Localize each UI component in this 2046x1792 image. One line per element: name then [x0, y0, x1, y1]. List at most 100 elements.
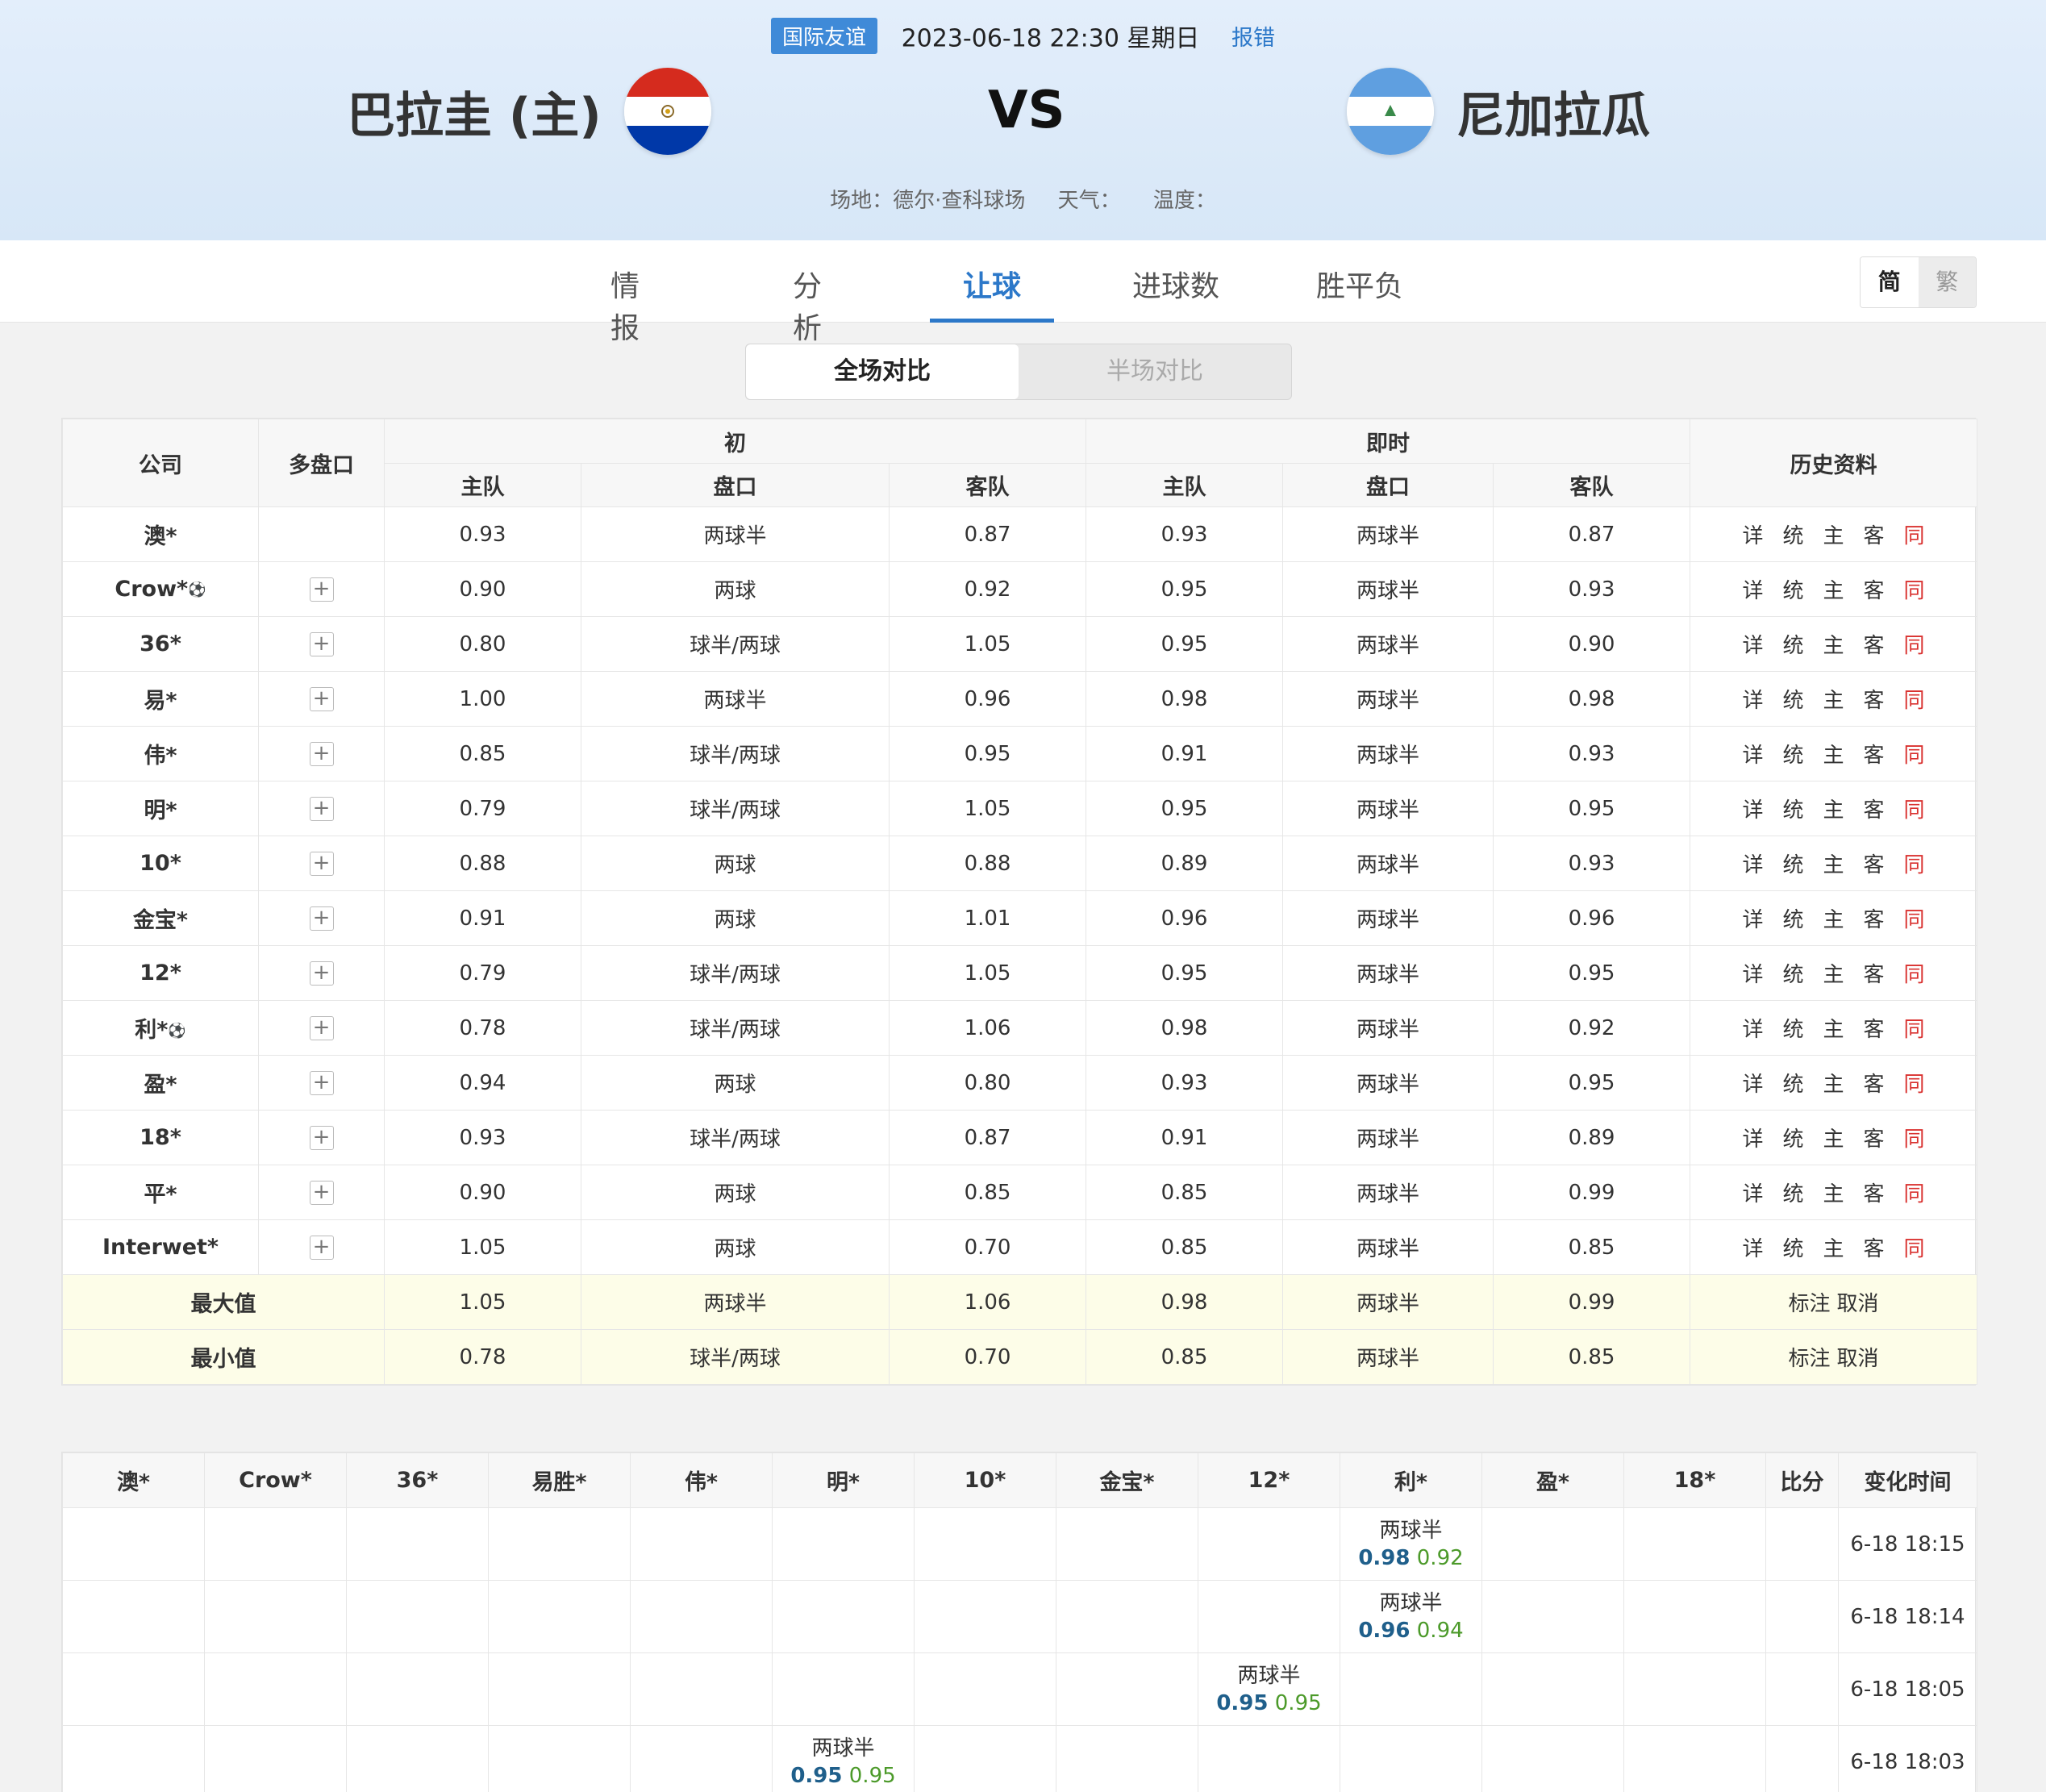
home-link[interactable]: 主	[1823, 1018, 1844, 1042]
away-link[interactable]: 客	[1864, 1182, 1885, 1206]
expand-plus-icon[interactable]: +	[309, 632, 334, 656]
expand-plus-icon[interactable]: +	[309, 577, 334, 602]
detail-link[interactable]: 详	[1742, 634, 1763, 658]
company-cell[interactable]: 金宝*	[62, 890, 259, 946]
company-cell[interactable]: 明*	[62, 781, 259, 836]
expand-plus-icon[interactable]: +	[309, 961, 334, 986]
away-link[interactable]: 客	[1864, 689, 1885, 713]
company-cell[interactable]: Crow*⚽	[62, 561, 259, 617]
stats-link[interactable]: 统	[1783, 1018, 1804, 1042]
detail-link[interactable]: 详	[1742, 853, 1763, 877]
same-link[interactable]: 同	[1904, 1018, 1925, 1042]
same-link[interactable]: 同	[1904, 798, 1925, 823]
home-link[interactable]: 主	[1823, 908, 1844, 932]
detail-link[interactable]: 详	[1742, 798, 1763, 823]
company-cell[interactable]: 18*	[62, 1110, 259, 1165]
home-link[interactable]: 主	[1823, 579, 1844, 603]
stats-link[interactable]: 统	[1783, 579, 1804, 603]
detail-link[interactable]: 详	[1742, 1073, 1763, 1097]
expand-plus-icon[interactable]: +	[309, 742, 334, 766]
cancel-link[interactable]: 取消	[1837, 1347, 1879, 1371]
away-team[interactable]: 尼加拉瓜	[1347, 68, 1650, 155]
home-link[interactable]: 主	[1823, 853, 1844, 877]
stats-link[interactable]: 统	[1783, 524, 1804, 548]
home-link[interactable]: 主	[1823, 524, 1844, 548]
expand-plus-icon[interactable]: +	[309, 1181, 334, 1205]
home-link[interactable]: 主	[1823, 798, 1844, 823]
company-cell[interactable]: 澳*	[62, 506, 259, 562]
segment-half-match[interactable]: 半场对比	[1019, 344, 1291, 399]
detail-link[interactable]: 详	[1742, 1237, 1763, 1261]
away-link[interactable]: 客	[1864, 1073, 1885, 1097]
same-link[interactable]: 同	[1904, 1182, 1925, 1206]
detail-link[interactable]: 详	[1742, 744, 1763, 768]
same-link[interactable]: 同	[1904, 1073, 1925, 1097]
away-link[interactable]: 客	[1864, 798, 1885, 823]
expand-plus-icon[interactable]: +	[309, 1071, 334, 1095]
detail-link[interactable]: 详	[1742, 1127, 1763, 1152]
report-error-link[interactable]: 报错	[1231, 26, 1275, 51]
stats-link[interactable]: 统	[1783, 1073, 1804, 1097]
home-link[interactable]: 主	[1823, 1073, 1844, 1097]
detail-link[interactable]: 详	[1742, 908, 1763, 932]
same-link[interactable]: 同	[1904, 1127, 1925, 1152]
company-cell[interactable]: 利*⚽	[62, 1000, 259, 1056]
stats-link[interactable]: 统	[1783, 634, 1804, 658]
mark-link[interactable]: 标注	[1789, 1292, 1831, 1316]
stats-link[interactable]: 统	[1783, 798, 1804, 823]
stats-link[interactable]: 统	[1783, 744, 1804, 768]
same-link[interactable]: 同	[1904, 744, 1925, 768]
lang-traditional-button[interactable]: 繁	[1918, 257, 1976, 307]
same-link[interactable]: 同	[1904, 853, 1925, 877]
same-link[interactable]: 同	[1904, 524, 1925, 548]
expand-plus-icon[interactable]: +	[309, 797, 334, 821]
away-link[interactable]: 客	[1864, 1237, 1885, 1261]
tab-info[interactable]: 情报	[597, 263, 653, 345]
company-cell[interactable]: 10*	[62, 836, 259, 891]
home-link[interactable]: 主	[1823, 634, 1844, 658]
expand-plus-icon[interactable]: +	[309, 906, 334, 931]
tab-goals[interactable]: 进球数	[1132, 263, 1219, 323]
detail-link[interactable]: 详	[1742, 579, 1763, 603]
same-link[interactable]: 同	[1904, 579, 1925, 603]
home-link[interactable]: 主	[1823, 963, 1844, 987]
company-cell[interactable]: 36*	[62, 616, 259, 672]
company-cell[interactable]: 平*	[62, 1165, 259, 1220]
company-cell[interactable]: 12*	[62, 945, 259, 1001]
detail-link[interactable]: 详	[1742, 1018, 1763, 1042]
company-cell[interactable]: 易*	[62, 671, 259, 727]
same-link[interactable]: 同	[1904, 634, 1925, 658]
stats-link[interactable]: 统	[1783, 689, 1804, 713]
expand-plus-icon[interactable]: +	[309, 1236, 334, 1260]
lang-simplified-button[interactable]: 简	[1861, 257, 1919, 307]
home-link[interactable]: 主	[1823, 689, 1844, 713]
detail-link[interactable]: 详	[1742, 689, 1763, 713]
stats-link[interactable]: 统	[1783, 963, 1804, 987]
away-link[interactable]: 客	[1864, 853, 1885, 877]
cancel-link[interactable]: 取消	[1837, 1292, 1879, 1316]
league-badge[interactable]: 国际友谊	[771, 18, 878, 54]
expand-plus-icon[interactable]: +	[309, 1016, 334, 1040]
expand-plus-icon[interactable]: +	[309, 852, 334, 876]
tab-win-draw-loss[interactable]: 胜平负	[1316, 263, 1403, 323]
same-link[interactable]: 同	[1904, 963, 1925, 987]
stats-link[interactable]: 统	[1783, 1182, 1804, 1206]
stats-link[interactable]: 统	[1783, 1237, 1804, 1261]
home-link[interactable]: 主	[1823, 1182, 1844, 1206]
detail-link[interactable]: 详	[1742, 963, 1763, 987]
away-link[interactable]: 客	[1864, 634, 1885, 658]
stats-link[interactable]: 统	[1783, 853, 1804, 877]
company-cell[interactable]: 伟*	[62, 726, 259, 781]
away-link[interactable]: 客	[1864, 579, 1885, 603]
segment-full-match[interactable]: 全场对比	[746, 344, 1019, 399]
same-link[interactable]: 同	[1904, 908, 1925, 932]
home-link[interactable]: 主	[1823, 744, 1844, 768]
home-link[interactable]: 主	[1823, 1127, 1844, 1152]
away-link[interactable]: 客	[1864, 744, 1885, 768]
away-link[interactable]: 客	[1864, 524, 1885, 548]
same-link[interactable]: 同	[1904, 689, 1925, 713]
mark-link[interactable]: 标注	[1789, 1347, 1831, 1371]
detail-link[interactable]: 详	[1742, 1182, 1763, 1206]
away-link[interactable]: 客	[1864, 963, 1885, 987]
expand-plus-icon[interactable]: +	[309, 1126, 334, 1150]
